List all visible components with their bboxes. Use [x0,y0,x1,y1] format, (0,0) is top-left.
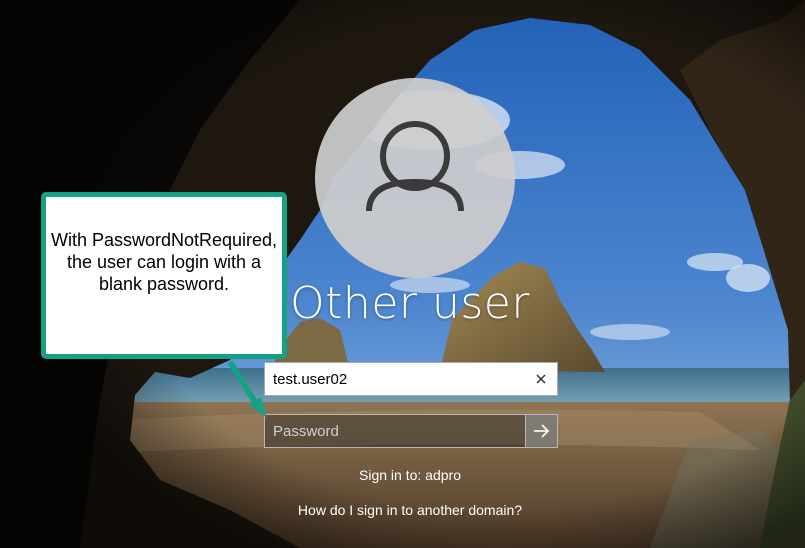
callout-text: With PasswordNotRequired, the user can l… [50,230,278,294]
lock-screen: Other user Sign in to: adpro How do I si… [0,0,805,548]
annotation-callout: With PasswordNotRequired, the user can l… [41,192,287,359]
